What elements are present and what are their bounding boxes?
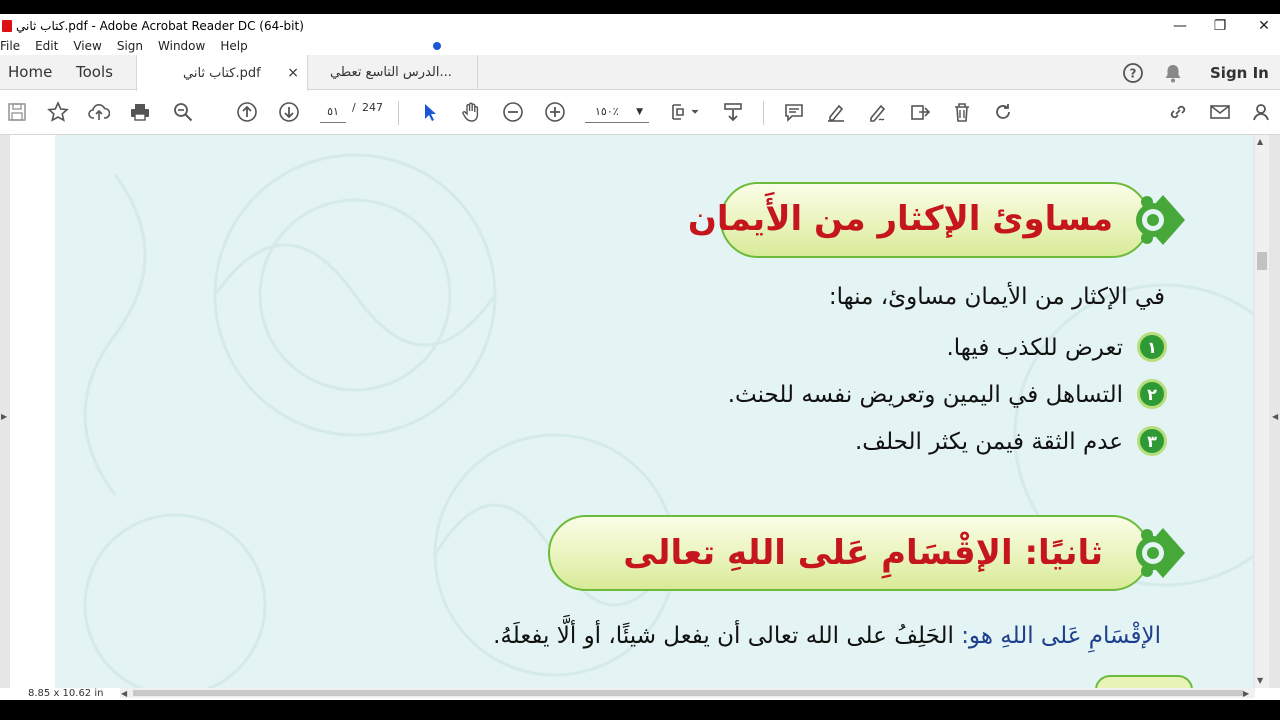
tab-document-label: كتاب ثاني.pdf xyxy=(183,65,261,81)
menu-help[interactable]: Help xyxy=(220,39,247,53)
notifications-bell-icon[interactable] xyxy=(1162,55,1184,90)
fit-page-icon[interactable] xyxy=(668,99,702,125)
zoom-level-select[interactable]: ١٥٠٪ ▼ xyxy=(585,101,649,123)
scroll-mode-icon[interactable] xyxy=(720,99,746,125)
tab-document-active[interactable]: كتاب ثاني.pdf × xyxy=(136,55,308,91)
page-number-input[interactable]: ٥١ xyxy=(320,101,346,123)
notification-dot xyxy=(433,42,441,50)
sign-in-button[interactable]: Sign In xyxy=(1210,55,1269,90)
screen-bottom-border xyxy=(0,700,1280,720)
zoom-level-value: ١٥٠٪ xyxy=(595,105,619,118)
acrobat-window: كتاب ثاني.pdf - Adobe Acrobat Reader DC … xyxy=(0,0,1280,720)
minimize-button[interactable]: — xyxy=(1158,14,1202,37)
tab-bar: Home Tools كتاب ثاني.pdf × الدرس التاسع … xyxy=(0,55,1280,91)
delete-icon[interactable] xyxy=(949,99,975,125)
definition-body: الحَلِفُ على الله تعالى أن يفعل شيئًا، أ… xyxy=(493,623,962,649)
right-panel-toggle-icon[interactable]: ◀ xyxy=(1272,412,1278,421)
definition-line: الإقْسَامِ عَلى اللهِ هو: الحَلِفُ على ا… xyxy=(493,613,1161,659)
page-total: 247 xyxy=(362,101,383,114)
tab-document-2[interactable]: الدرس التاسع تعطي... xyxy=(308,55,478,90)
toolbar-divider-2 xyxy=(763,101,764,125)
horizontal-scroll-thumb[interactable] xyxy=(133,690,1243,696)
help-icon[interactable]: ? xyxy=(1122,55,1144,90)
heading-ornament-icon-2 xyxy=(1136,528,1185,578)
next-banner-partial xyxy=(1095,675,1193,688)
sign-icon[interactable] xyxy=(865,99,891,125)
left-panel-toggle-icon[interactable]: ▶ xyxy=(1,412,7,421)
section-heading-2: ثانيًا: الإقْسَامِ عَلى اللهِ تعالى xyxy=(623,533,1103,573)
pdf-page: مساوئ الإكثار من الأَيمان في الإكثار من … xyxy=(55,135,1253,688)
maximize-button[interactable]: ❐ xyxy=(1198,14,1242,37)
menu-window[interactable]: Window xyxy=(158,39,205,53)
tab-home[interactable]: Home xyxy=(8,55,52,90)
page-down-icon[interactable] xyxy=(276,99,302,125)
list-number-1: ١ xyxy=(1137,332,1167,362)
list-item-2: التساهل في اليمين وتعريض نفسه للحنث. xyxy=(727,382,1123,408)
rotate-icon[interactable] xyxy=(990,99,1016,125)
zoom-in-icon[interactable] xyxy=(542,99,568,125)
email-icon[interactable] xyxy=(1207,99,1233,125)
highlight-icon[interactable] xyxy=(823,99,849,125)
upload-icon[interactable] xyxy=(86,99,112,125)
link-icon[interactable] xyxy=(1165,99,1191,125)
screen-top-border xyxy=(0,0,1280,14)
main-toolbar: ٥١ / 247 ١٥٠٪ ▼ xyxy=(0,91,1280,135)
tab-close-icon[interactable]: × xyxy=(287,65,299,81)
close-window-button[interactable]: ✕ xyxy=(1242,14,1280,37)
heading-ornament-icon xyxy=(1136,195,1185,245)
toolbar-divider xyxy=(398,101,399,125)
list-item-3: عدم الثقة فيمن يكثر الحلف. xyxy=(854,429,1123,455)
share-edit-icon[interactable] xyxy=(907,99,933,125)
menu-edit[interactable]: Edit xyxy=(35,39,58,53)
title-bar: كتاب ثاني.pdf - Adobe Acrobat Reader DC … xyxy=(0,14,1280,37)
scroll-down-arrow-icon[interactable]: ▼ xyxy=(1257,676,1263,685)
bookmark-star-icon[interactable] xyxy=(45,99,71,125)
page-separator: / xyxy=(352,101,356,114)
menu-view[interactable]: View xyxy=(73,39,101,53)
intro-text: في الإكثار من الأيمان مساوئ، منها: xyxy=(828,284,1165,310)
svg-text:?: ? xyxy=(1130,66,1137,80)
menu-bar: File Edit View Sign Window Help xyxy=(0,37,1280,55)
list-item-1: تعرض للكذب فيها. xyxy=(946,335,1123,361)
left-panel xyxy=(10,135,55,688)
hand-icon[interactable] xyxy=(458,99,484,125)
select-cursor-icon[interactable] xyxy=(417,99,443,125)
zoom-out-icon[interactable] xyxy=(500,99,526,125)
menu-file[interactable]: File xyxy=(0,39,20,53)
save-icon[interactable] xyxy=(4,99,30,125)
definition-term: الإقْسَامِ عَلى اللهِ هو: xyxy=(961,623,1161,649)
window-title: كتاب ثاني.pdf - Adobe Acrobat Reader DC … xyxy=(16,18,304,33)
zoom-search-icon[interactable] xyxy=(170,99,196,125)
tab-tools[interactable]: Tools xyxy=(76,55,113,90)
list-number-2: ٢ xyxy=(1137,379,1167,409)
account-icon[interactable] xyxy=(1249,99,1275,125)
chevron-down-icon: ▼ xyxy=(636,107,643,117)
page-size-status: 8.85 x 10.62 in xyxy=(0,688,120,700)
acrobat-logo-icon xyxy=(2,19,12,32)
scroll-left-arrow-icon[interactable]: ◀ xyxy=(121,688,127,700)
tab-document-2-label: الدرس التاسع تعطي... xyxy=(330,65,452,80)
menu-sign[interactable]: Sign xyxy=(117,39,143,53)
vertical-scrollbar[interactable] xyxy=(1255,135,1269,688)
page-up-icon[interactable] xyxy=(234,99,260,125)
list-number-3: ٣ xyxy=(1137,426,1167,456)
scroll-right-arrow-icon[interactable]: ▶ xyxy=(1243,688,1249,700)
vertical-scroll-thumb[interactable] xyxy=(1257,252,1267,270)
comment-icon[interactable] xyxy=(781,99,807,125)
print-icon[interactable] xyxy=(127,99,153,125)
section-heading-1: مساوئ الإكثار من الأَيمان xyxy=(687,199,1113,239)
scroll-up-arrow-icon[interactable]: ▲ xyxy=(1257,137,1263,146)
